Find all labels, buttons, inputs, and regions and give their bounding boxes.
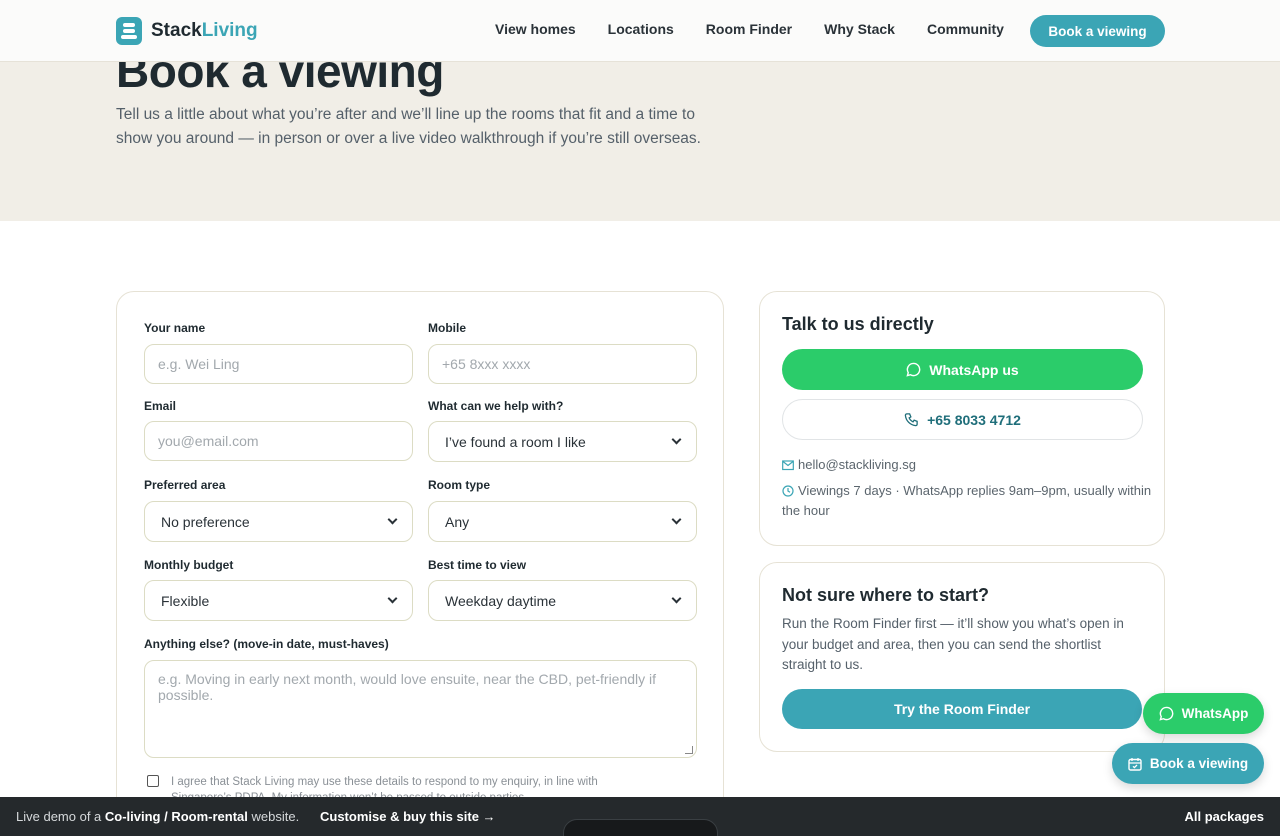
mail-icon	[782, 460, 794, 471]
hours-line: Viewings 7 days · WhatsApp replies 9am–9…	[782, 481, 1152, 521]
consent-checkbox[interactable]	[147, 775, 159, 787]
chevron-down-icon	[387, 514, 398, 525]
whatsapp-icon	[906, 362, 921, 377]
nav-room-finder[interactable]: Room Finder	[706, 21, 792, 37]
mobile-placeholder: +65 8xxx xxxx	[442, 356, 531, 372]
resize-grip-icon[interactable]	[685, 746, 693, 754]
clock-icon	[782, 485, 794, 497]
site-header: StackLiving View homes Locations Room Fi…	[0, 0, 1280, 62]
whatsapp-us-label: WhatsApp us	[929, 361, 1019, 378]
chevron-down-icon	[387, 593, 398, 604]
time-select-value: Weekday daytime	[445, 592, 557, 609]
budget-label: Monthly budget	[144, 558, 234, 572]
notes-textarea[interactable]: e.g. Moving in early next month, would l…	[144, 660, 697, 758]
contact-email: hello@stackliving.sg	[798, 457, 916, 472]
roomtype-label: Room type	[428, 478, 491, 492]
device-switcher[interactable]	[563, 819, 718, 836]
budget-select[interactable]: Flexible	[144, 580, 413, 621]
header-book-viewing-button[interactable]: Book a viewing	[1030, 15, 1165, 47]
room-finder-card: Not sure where to start? Run the Room Fi…	[759, 562, 1165, 752]
viewing-form: Your name e.g. Wei Ling Mobile +65 8xxx …	[116, 291, 724, 836]
nav-community[interactable]: Community	[927, 21, 1004, 37]
email-label: Email	[144, 399, 177, 413]
floating-whatsapp-label: WhatsApp	[1181, 706, 1249, 721]
demo-bar: Live demo of a Co-living / Room-rental w…	[0, 797, 1280, 836]
demo-prefix: Live demo of a	[16, 809, 105, 824]
call-button[interactable]: +65 8033 4712	[782, 399, 1143, 440]
help-select[interactable]: I’ve found a room I like	[428, 421, 697, 462]
mobile-field[interactable]: +65 8xxx xxxx	[428, 344, 697, 384]
phone-icon	[904, 412, 919, 427]
all-packages-link[interactable]: All packages	[1185, 809, 1265, 824]
nav-view-homes[interactable]: View homes	[495, 21, 576, 37]
time-select[interactable]: Weekday daytime	[428, 580, 697, 621]
help-label: What can we help with?	[428, 399, 564, 413]
demo-description: Live demo of a Co-living / Room-rental w…	[16, 809, 299, 824]
name-field[interactable]: e.g. Wei Ling	[144, 344, 413, 384]
contact-title: Talk to us directly	[782, 314, 934, 334]
main-nav: View homes Locations Room Finder Why Sta…	[495, 21, 1036, 37]
nav-locations[interactable]: Locations	[608, 21, 674, 37]
nav-why-stack[interactable]: Why Stack	[824, 21, 895, 37]
contact-hours: Viewings 7 days · WhatsApp replies 9am–9…	[782, 483, 1152, 518]
area-label: Preferred area	[144, 478, 226, 492]
name-placeholder: e.g. Wei Ling	[158, 356, 240, 372]
floating-book-viewing-button[interactable]: Book a viewing	[1112, 743, 1264, 784]
customise-buy-link[interactable]: Customise & buy this site →	[320, 809, 496, 824]
notes-label: Anything else? (move-in date, must-haves…	[144, 637, 389, 651]
area-select-value: No preference	[161, 513, 250, 530]
floating-whatsapp-button[interactable]: WhatsApp	[1143, 693, 1264, 734]
email-placeholder: you@email.com	[158, 433, 259, 449]
finder-text: Run the Room Finder first — it’ll show y…	[782, 616, 1124, 672]
demo-kind: Co-living / Room-rental	[104, 809, 248, 824]
contact-card: Talk to us directly WhatsApp us +65 8033…	[759, 291, 1165, 546]
roomtype-select[interactable]: Any	[428, 501, 697, 542]
name-label: Your name	[144, 321, 206, 335]
mobile-label: Mobile	[428, 321, 466, 335]
logo-text-stack: Stack	[151, 20, 202, 41]
finder-title: Not sure where to start?	[782, 585, 990, 605]
email-field[interactable]: you@email.com	[144, 421, 413, 461]
notes-placeholder: e.g. Moving in early next month, would l…	[158, 671, 657, 703]
demo-suffix: website.	[247, 809, 300, 824]
help-select-value: I’ve found a room I like	[445, 433, 586, 450]
roomtype-select-value: Any	[445, 513, 470, 530]
try-room-finder-button[interactable]: Try the Room Finder	[782, 689, 1142, 729]
chevron-down-icon	[671, 514, 682, 525]
phone-number: +65 8033 4712	[927, 411, 1021, 428]
area-select[interactable]: No preference	[144, 501, 413, 542]
logo-text-living: Living	[201, 20, 258, 41]
time-label: Best time to view	[428, 558, 527, 572]
budget-select-value: Flexible	[161, 592, 210, 609]
calendar-icon	[1128, 757, 1142, 771]
chevron-down-icon	[671, 593, 682, 604]
whatsapp-us-button[interactable]: WhatsApp us	[782, 349, 1143, 390]
floating-book-label: Book a viewing	[1149, 756, 1249, 771]
logo[interactable]: StackLiving	[116, 17, 258, 45]
whatsapp-icon	[1159, 706, 1174, 721]
email-line[interactable]: hello@stackliving.sg	[782, 455, 1152, 475]
hero-intro: Tell us a little about what you’re after…	[116, 106, 701, 147]
chevron-down-icon	[671, 434, 682, 445]
logo-icon	[116, 17, 142, 45]
